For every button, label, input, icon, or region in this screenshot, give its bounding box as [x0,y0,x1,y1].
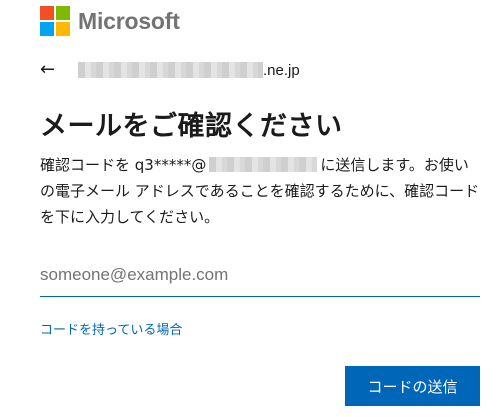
logo-square-red [40,6,54,20]
description-text: 確認コードを q3*****@ に送信します。お使いの電子メール アドレスであるこ… [40,152,480,230]
identity-row: ← .ne.jp [40,58,300,82]
microsoft-logo-icon [40,6,70,36]
sign-in-page: Microsoft ← .ne.jp メールをご確認ください 確認コードを q3… [0,0,500,417]
logo-text: Microsoft [78,7,180,34]
identity-email-suffix: .ne.jp [263,61,300,79]
send-code-button[interactable]: コードの送信 [345,366,480,406]
microsoft-logo: Microsoft [40,6,180,36]
redacted-email-domain [209,157,318,172]
email-field[interactable] [40,256,480,294]
logo-square-blue [40,22,54,36]
email-field-wrapper [40,256,480,297]
redacted-email [78,62,263,78]
logo-square-yellow [56,22,70,36]
logo-square-green [56,6,70,20]
page-title: メールをご確認ください [40,111,343,142]
have-code-link[interactable]: コードを持っている場合 [40,319,182,338]
description-part1: 確認コードを q3*****@ [40,156,207,174]
back-arrow-icon[interactable]: ← [40,61,62,79]
